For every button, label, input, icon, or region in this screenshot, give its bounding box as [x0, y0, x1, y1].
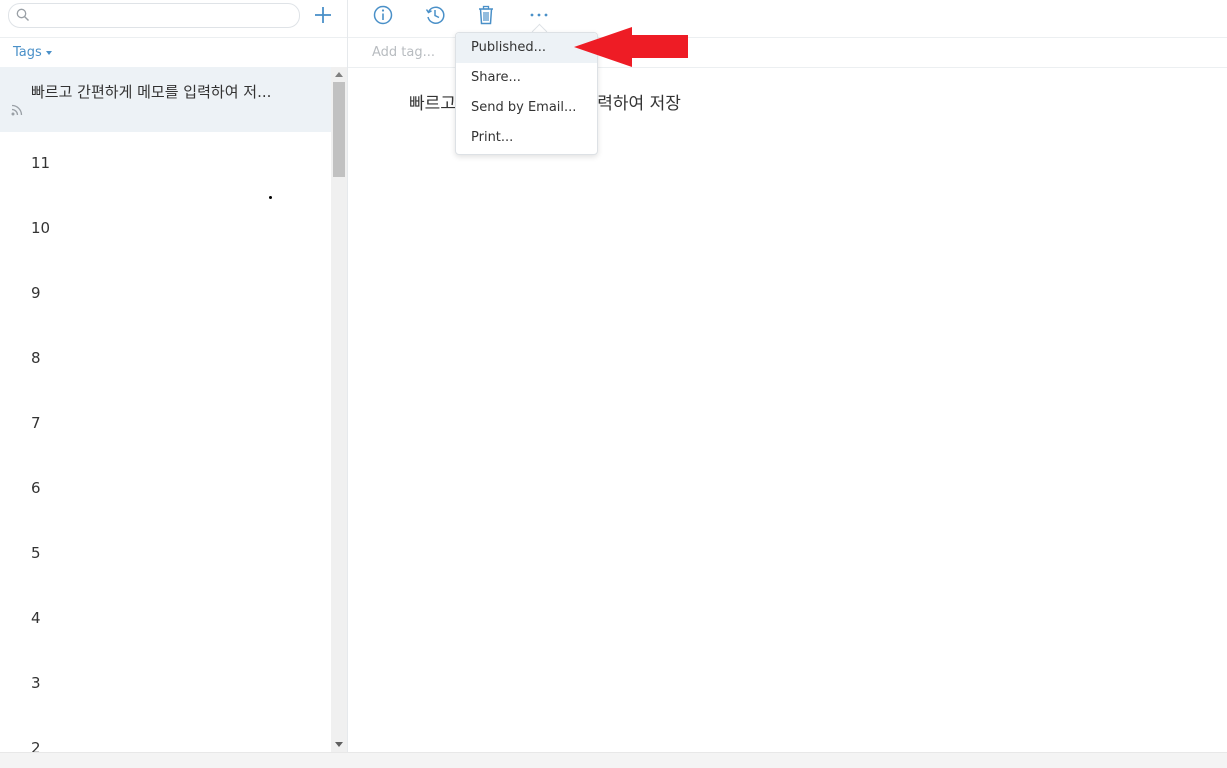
note-title: 4 — [31, 609, 41, 627]
note-title: 3 — [31, 674, 41, 692]
note-title: 9 — [31, 284, 41, 302]
note-title: 10 — [31, 219, 51, 237]
note-list-item[interactable]: 2 — [0, 717, 331, 752]
search-icon — [16, 8, 29, 21]
tags-label: Tags — [13, 45, 42, 60]
info-icon[interactable] — [372, 4, 394, 26]
note-title: 빠르고 간편하게 메모를 입력하여 저... — [31, 83, 272, 101]
history-icon[interactable] — [424, 4, 446, 26]
trash-icon[interactable] — [475, 4, 497, 26]
plus-icon[interactable] — [313, 5, 333, 25]
note-list-item[interactable]: 9 — [0, 262, 331, 327]
cursor-dot — [269, 196, 272, 199]
menu-item-print[interactable]: Print... — [456, 123, 597, 153]
note-list: 빠르고 간편하게 메모를 입력하여 저... 11 10 9 8 7 6 5 4… — [0, 67, 331, 752]
note-list-scrollbar[interactable] — [331, 67, 347, 752]
note-title: 5 — [31, 544, 41, 562]
search-box[interactable] — [8, 3, 300, 28]
note-title: 7 — [31, 414, 41, 432]
rss-icon — [11, 104, 23, 116]
window-bottom-edge — [0, 752, 1227, 768]
note-title: 8 — [31, 349, 41, 367]
note-list-item[interactable]: 6 — [0, 457, 331, 522]
scroll-thumb[interactable] — [333, 82, 345, 177]
scroll-down-arrow-icon[interactable] — [335, 742, 343, 747]
note-list-item[interactable]: 11 — [0, 132, 331, 197]
tags-row: Tags — [0, 37, 347, 68]
scroll-up-arrow-icon[interactable] — [335, 72, 343, 77]
note-list-item[interactable]: 8 — [0, 327, 331, 392]
note-title: 6 — [31, 479, 41, 497]
note-list-item[interactable]: 4 — [0, 587, 331, 652]
search-input[interactable] — [35, 6, 294, 25]
tags-filter-button[interactable]: Tags — [13, 45, 52, 60]
note-title: 2 — [31, 739, 41, 752]
menu-item-send-by-email[interactable]: Send by Email... — [456, 93, 597, 123]
note-title: 11 — [31, 154, 51, 172]
note-sidebar: Tags 빠르고 간편하게 메모를 입력하여 저... 11 10 9 8 7 … — [0, 0, 348, 752]
red-arrow-annotation-icon — [574, 27, 688, 67]
note-list-item[interactable]: 빠르고 간편하게 메모를 입력하여 저... — [0, 67, 331, 132]
note-list-item[interactable]: 7 — [0, 392, 331, 457]
note-list-item[interactable]: 3 — [0, 652, 331, 717]
note-list-item[interactable]: 5 — [0, 522, 331, 587]
note-list-item[interactable]: 10 — [0, 197, 331, 262]
caret-down-icon — [45, 50, 52, 55]
